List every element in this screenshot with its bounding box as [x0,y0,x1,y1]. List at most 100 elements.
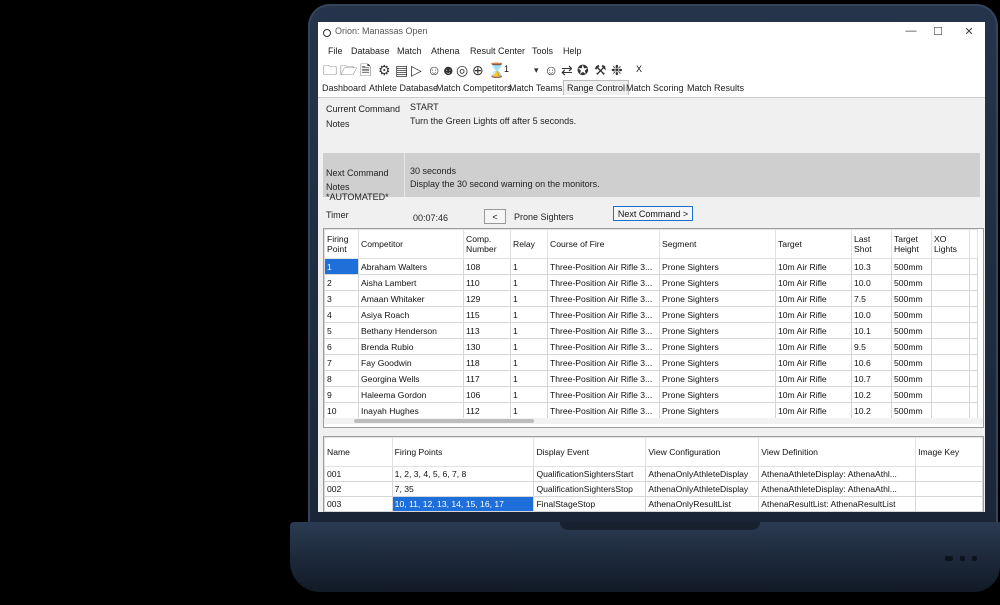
open-folder-icon[interactable]: 🗁 [340,62,357,78]
award-icon[interactable]: ✪ [577,62,589,78]
cell-target[interactable]: 10m Air Rifle [775,370,852,387]
cell-competitor[interactable]: Fay Goodwin [358,354,464,371]
play-icon[interactable]: ▷ [411,62,422,78]
previous-command-button[interactable]: < [484,209,506,224]
cell-relay[interactable]: 1 [510,258,548,275]
cell-firing-point[interactable]: 10 [324,402,359,419]
cell-last-shot[interactable]: 9.5 [851,338,892,355]
col-header-competitor[interactable]: Competitor [358,229,464,259]
cell-target-height[interactable]: 500mm [891,354,932,371]
cell-view-configuration[interactable]: AthenaOnlyAthleteDisplay [645,481,760,497]
cell-segment[interactable]: Prone Sighters [659,354,776,371]
table-row[interactable]: 4 Asiya Roach 115 1 Three-Position Air Rifle… [324,306,978,323]
cell-competitor[interactable]: Abraham Walters [358,258,464,275]
cell-relay[interactable]: 1 [510,338,548,355]
tab-match-teams[interactable]: Match Teams [509,83,562,93]
cell-competitor[interactable]: Asiya Roach [358,306,464,323]
cell-comp-number[interactable]: 115 [463,306,511,323]
col-header-display-event[interactable]: Display Event [533,437,647,467]
cell-firing-point[interactable]: 6 [324,338,359,355]
cell-last-shot[interactable]: 10.0 [851,274,892,291]
cell-comp-number[interactable]: 106 [463,386,511,403]
cell-course-of-fire[interactable]: Three-Position Air Rifle 3... [547,354,660,371]
cell-segment[interactable]: Prone Sighters [659,386,776,403]
cell-segment[interactable]: Prone Sighters [659,322,776,339]
table-row[interactable]: 8 Georgina Wells 117 1 Three-Position Air Ri… [324,370,978,387]
table-row[interactable]: 002 7, 35 QualificationSightersStop AthenaO… [324,481,983,497]
globe-icon[interactable]: ◎ [456,62,468,78]
medal-icon[interactable]: ❉ [611,62,623,78]
cell-last-shot[interactable]: 10.6 [851,354,892,371]
cell-target-height[interactable]: 500mm [891,338,932,355]
table-row[interactable]: 003 10, 11, 12, 13, 14, 15, 16, 17 FinalSt… [324,496,983,512]
cell-course-of-fire[interactable]: Three-Position Air Rifle 3... [547,258,660,275]
cell-image-key[interactable] [915,481,983,497]
table-row[interactable]: 6 Brenda Rubio 130 1 Three-Position Air Rifl… [324,338,978,355]
cell-target[interactable]: 10m Air Rifle [775,258,852,275]
col-header-target-height[interactable]: Target Height [891,229,932,259]
cell-xo-lights[interactable] [931,258,970,275]
cell-xo-lights[interactable] [931,370,970,387]
cell-competitor[interactable]: Brenda Rubio [358,338,464,355]
cell-xo-lights[interactable] [931,290,970,307]
cell-relay[interactable]: 1 [510,306,548,323]
col-header-relay[interactable]: Relay [510,229,548,259]
cell-xo-lights[interactable] [931,386,970,403]
cell-course-of-fire[interactable]: Three-Position Air Rifle 3... [547,306,660,323]
menu-help[interactable]: Help [563,46,582,56]
cell-image-key[interactable] [915,466,983,482]
menu-match[interactable]: Match [397,46,422,56]
cell-firing-point[interactable]: 8 [324,370,359,387]
cell-display-event[interactable]: FinalStageStop [533,496,647,512]
toolbar-close-button[interactable]: X [636,64,642,74]
menu-athena[interactable]: Athena [431,46,460,56]
cell-firing-point[interactable]: 1 [324,258,359,275]
cell-competitor[interactable]: Georgina Wells [358,370,464,387]
cell-firing-point[interactable]: 3 [324,290,359,307]
cell-segment[interactable]: Prone Sighters [659,370,776,387]
cell-segment[interactable]: Prone Sighters [659,258,776,275]
target-icon[interactable]: ⊕ [472,62,484,78]
cell-course-of-fire[interactable]: Three-Position Air Rifle 3... [547,386,660,403]
cell-competitor[interactable]: Aisha Lambert [358,274,464,291]
table-row[interactable]: 001 1, 2, 3, 4, 5, 6, 7, 8 QualificationSi… [324,466,983,482]
cell-relay[interactable]: 1 [510,290,548,307]
user-sync-icon[interactable]: ☺ [544,62,558,78]
col-header-image-key[interactable]: Image Key [915,437,983,467]
cell-xo-lights[interactable] [931,322,970,339]
cell-course-of-fire[interactable]: Three-Position Air Rifle 3... [547,370,660,387]
cell-comp-number[interactable]: 108 [463,258,511,275]
cell-relay[interactable]: 1 [510,274,548,291]
col-header-firing-points[interactable]: Firing Points [391,437,535,467]
cell-relay[interactable]: 1 [510,402,548,419]
table-row[interactable]: 7 Fay Goodwin 118 1 Three-Position Air Rifle… [324,354,978,371]
cell-display-event[interactable]: QualificationSightersStart [533,466,647,482]
cell-last-shot[interactable]: 10.2 [851,402,892,419]
cell-comp-number[interactable]: 118 [463,354,511,371]
cell-last-shot[interactable]: 10.1 [851,322,892,339]
cell-view-configuration[interactable]: AthenaOnlyResultList [645,496,760,512]
cell-view-definition[interactable]: AthenaAthleteDisplay: AthenaAthl... [758,466,917,482]
cell-firing-point[interactable]: 7 [324,354,359,371]
col-header-last-shot[interactable]: Last Shot [851,229,892,259]
col-header-comp-number[interactable]: Comp. Number [463,229,511,259]
cell-target-height[interactable]: 500mm [891,258,932,275]
horizontal-scroll-thumb[interactable] [354,419,534,423]
cell-xo-lights[interactable] [931,274,970,291]
cell-last-shot[interactable]: 10.0 [851,306,892,323]
cell-relay[interactable]: 1 [510,322,548,339]
transfer-icon[interactable]: ⇄ [561,62,573,78]
cell-image-key[interactable] [915,496,983,512]
cell-target-height[interactable]: 500mm [891,306,932,323]
document-icon[interactable]: 🗎 [360,62,371,78]
table-row[interactable]: 9 Haleema Gordon 106 1 Three-Position Air Ri… [324,386,978,403]
cell-last-shot[interactable]: 7.5 [851,290,892,307]
minimize-button[interactable]: — [903,25,919,37]
tab-range-control[interactable]: Range Control [563,80,630,95]
col-header-xo-lights[interactable]: XO Lights [931,229,970,259]
cell-course-of-fire[interactable]: Three-Position Air Rifle 3... [547,322,660,339]
cell-relay[interactable]: 1 [510,370,548,387]
tab-athlete-database[interactable]: Athlete Database [369,83,438,93]
cell-competitor[interactable]: Haleema Gordon [358,386,464,403]
cell-xo-lights[interactable] [931,338,970,355]
